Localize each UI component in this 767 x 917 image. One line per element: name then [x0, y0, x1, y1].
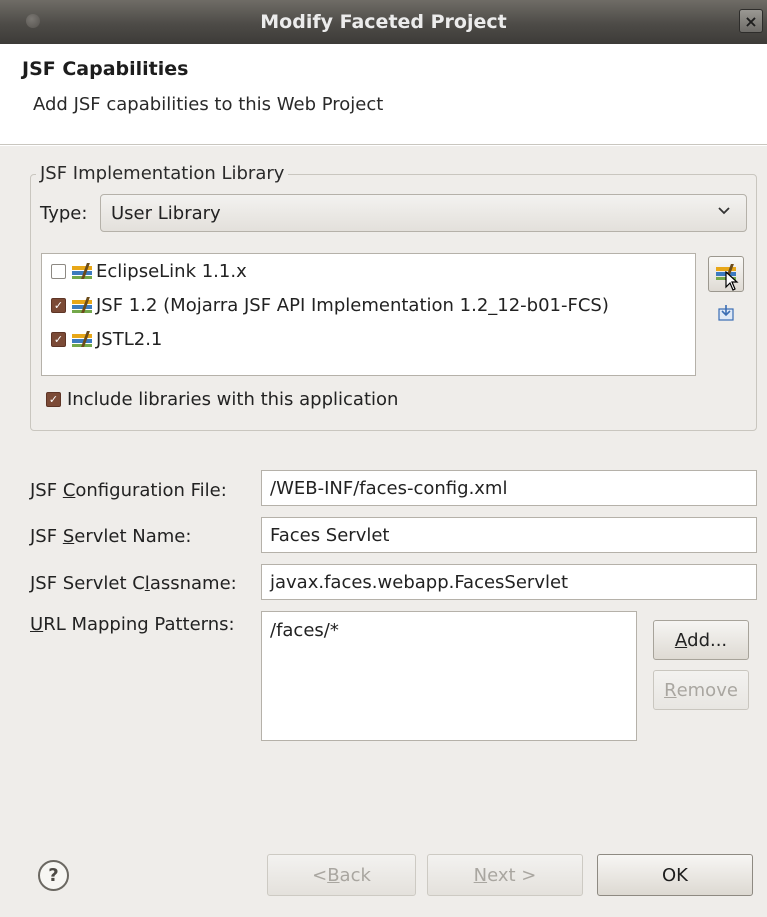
back-button[interactable]: < Back [267, 854, 416, 896]
mouse-cursor-icon [725, 270, 739, 296]
url-mapping-label: URL Mapping Patterns: [30, 614, 235, 635]
servlet-name-field[interactable]: Faces Servlet [261, 517, 757, 553]
list-item[interactable]: ✓ JSF 1.2 (Mojarra JSF API Implementatio… [51, 292, 609, 318]
type-label: Type: [40, 203, 88, 224]
library-checkbox[interactable]: ✓ [51, 331, 66, 347]
list-item[interactable]: /faces/* [270, 620, 628, 641]
config-file-label: JSF Configuration File: [30, 480, 227, 501]
remove-button[interactable]: Remove [653, 670, 749, 710]
library-label: JSF 1.2 (Mojarra JSF API Implementation … [96, 294, 609, 316]
jar-library-icon [72, 331, 92, 347]
servlet-classname-value: javax.faces.webapp.FacesServlet [270, 571, 569, 593]
manage-libraries-button[interactable] [708, 256, 744, 292]
close-button[interactable]: × [739, 9, 763, 33]
url-mapping-list[interactable]: /faces/* [261, 611, 637, 741]
window-titlebar: Modify Faceted Project × [0, 0, 767, 44]
include-libraries-option[interactable]: ✓ Include libraries with this applicatio… [46, 387, 398, 411]
page-header: JSF Capabilities Add JSF capabilities to… [0, 44, 767, 145]
add-button[interactable]: Add... [653, 620, 749, 660]
page-title: JSF Capabilities [22, 58, 189, 80]
library-list[interactable]: EclipseLink 1.1.x ✓ JSF 1.2 (Mojarra JSF… [41, 253, 696, 376]
list-item[interactable]: ✓ JSTL2.1 [51, 326, 162, 352]
dialog-body: JSF Implementation Library Type: User Li… [0, 146, 767, 917]
next-button[interactable]: Next > [427, 854, 583, 896]
library-group-legend: JSF Implementation Library [36, 163, 289, 184]
library-label: JSTL2.1 [96, 328, 163, 350]
window-menu-icon[interactable] [26, 14, 40, 28]
servlet-name-label: JSF Servlet Name: [30, 526, 192, 547]
jar-library-icon [72, 263, 92, 279]
include-libraries-label: Include libraries with this application [67, 388, 399, 410]
ok-button[interactable]: OK [597, 854, 753, 896]
window-title: Modify Faceted Project [260, 11, 507, 33]
chevron-down-icon [716, 203, 732, 223]
include-libraries-checkbox[interactable]: ✓ [46, 391, 61, 407]
jar-library-icon [72, 297, 92, 313]
servlet-classname-field[interactable]: javax.faces.webapp.FacesServlet [261, 564, 757, 600]
servlet-classname-label: JSF Servlet Classname: [30, 573, 237, 594]
servlet-name-value: Faces Servlet [270, 524, 390, 546]
library-checkbox[interactable]: ✓ [51, 297, 66, 313]
page-description: Add JSF capabilities to this Web Project [33, 94, 384, 115]
config-file-field[interactable]: /WEB-INF/faces-config.xml [261, 470, 757, 506]
type-select[interactable]: User Library [100, 194, 747, 232]
list-item[interactable]: EclipseLink 1.1.x [51, 258, 247, 284]
download-library-icon[interactable] [716, 303, 736, 323]
help-icon[interactable]: ? [38, 860, 69, 891]
library-checkbox[interactable] [51, 263, 66, 279]
close-icon: × [744, 11, 758, 31]
config-file-value: /WEB-INF/faces-config.xml [270, 477, 508, 499]
type-select-value: User Library [111, 202, 221, 224]
library-label: EclipseLink 1.1.x [96, 260, 247, 282]
